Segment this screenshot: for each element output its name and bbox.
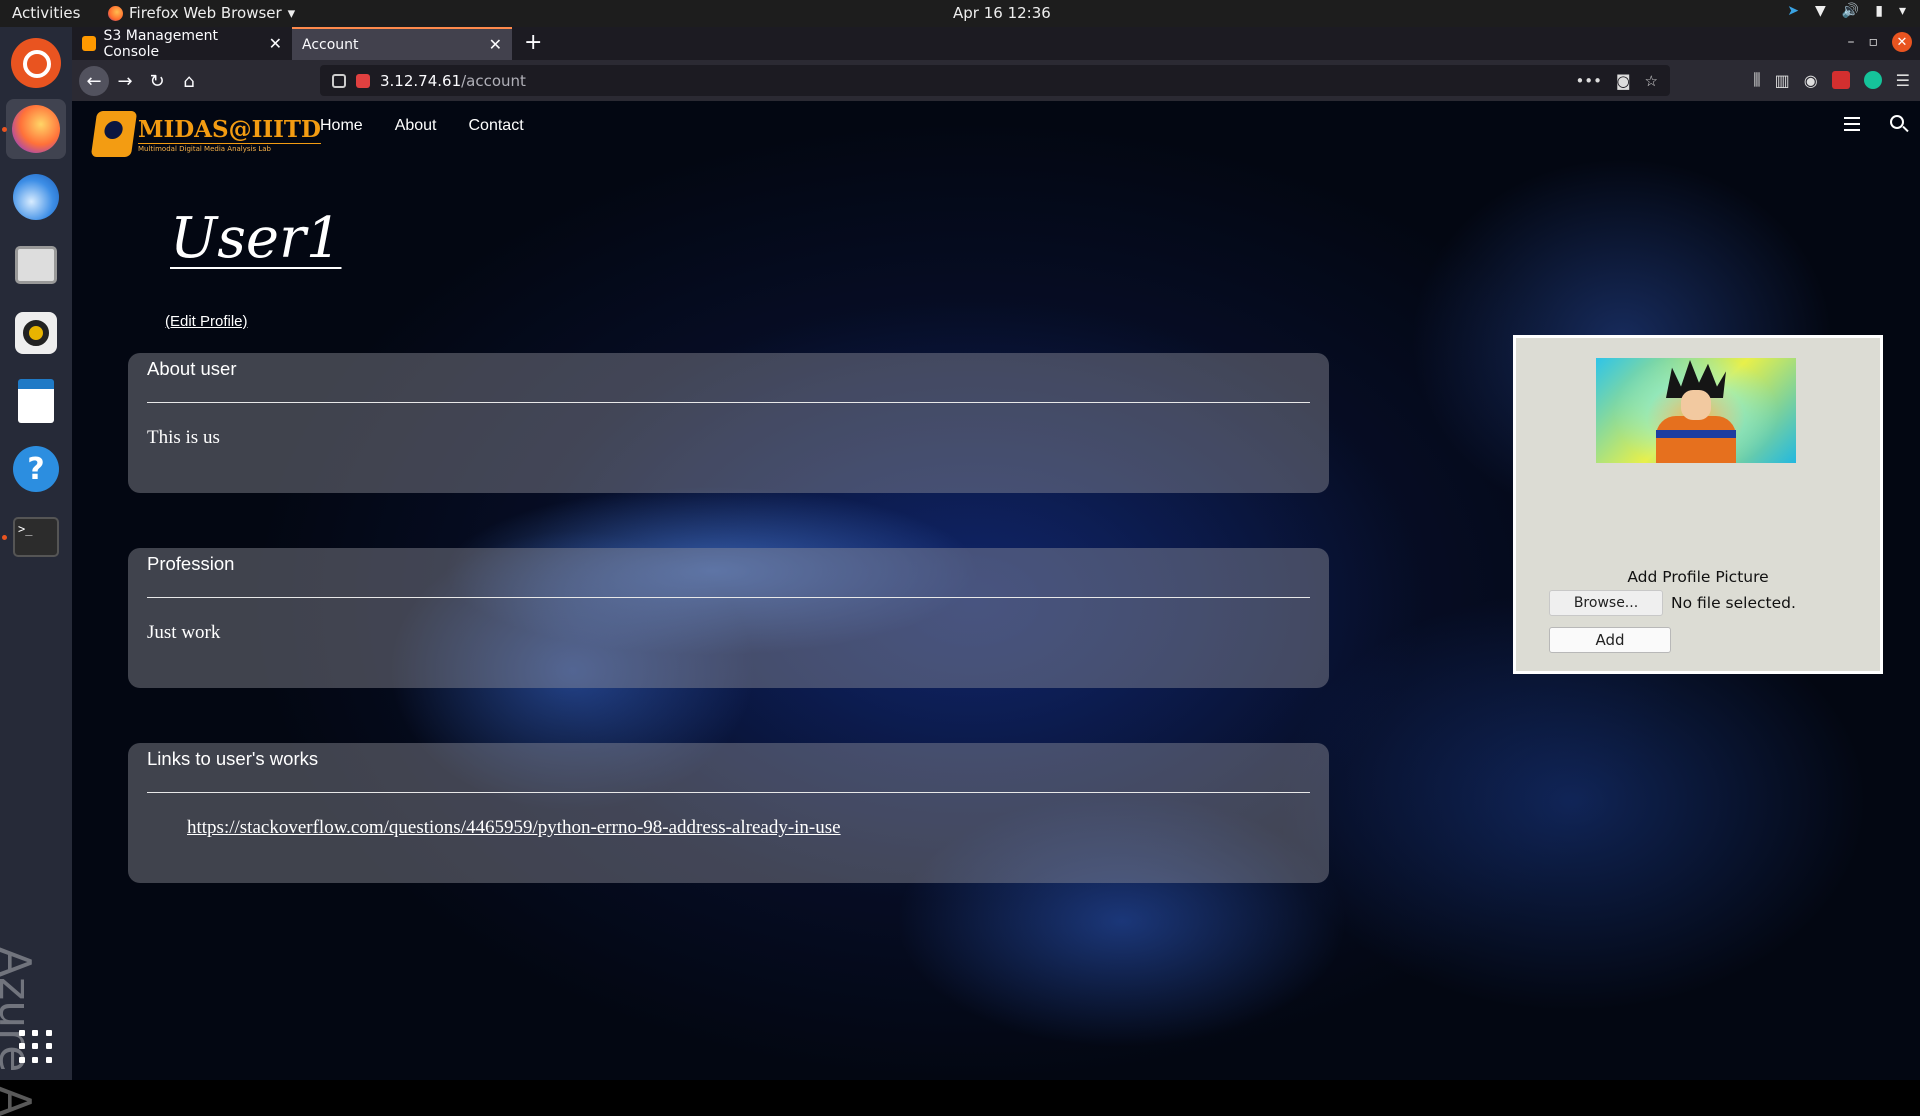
battery-icon[interactable]: ▮ [1875, 3, 1883, 19]
dock-firefox[interactable] [6, 99, 66, 159]
profile-picture [1596, 358, 1796, 463]
grammarly-icon[interactable] [1863, 71, 1882, 89]
url-bar[interactable]: 3.12.74.61/account ••• ◙ ☆ [320, 65, 1670, 96]
dock-help[interactable]: ? [6, 439, 66, 499]
browse-button[interactable]: Browse... [1549, 590, 1663, 616]
activities-button[interactable]: Activities [12, 4, 80, 22]
logo-title: MIDAS@IIITD [138, 115, 321, 143]
library-icon[interactable]: ⫼ [1753, 70, 1760, 90]
add-button[interactable]: Add [1549, 627, 1671, 653]
bookmark-star-icon[interactable]: ☆ [1645, 72, 1658, 90]
add-picture-label: Add Profile Picture [1627, 568, 1769, 586]
pocket-icon[interactable]: ◙ [1616, 72, 1631, 90]
show-applications-button[interactable] [6, 1017, 66, 1077]
system-top-bar: Activities Firefox Web Browser ▾ Apr 16 … [0, 0, 1920, 27]
tab-s3-console[interactable]: S3 Management Console ✕ [72, 27, 292, 60]
app-menu-label: Firefox Web Browser [129, 4, 282, 22]
firefox-icon [12, 105, 60, 153]
minimize-button[interactable]: – [1848, 34, 1855, 50]
grid-icon [19, 1030, 53, 1064]
works-links-card: Links to user's works https://stackoverf… [128, 743, 1329, 883]
about-user-card: About user This is us [128, 353, 1329, 493]
terminal-icon: >_ [13, 517, 59, 557]
firefox-icon [108, 5, 123, 21]
nav-home[interactable]: Home [320, 117, 363, 135]
extension-red-icon[interactable] [1831, 71, 1850, 89]
dock-thunderbird[interactable] [6, 167, 66, 227]
ubuntu-icon [11, 38, 61, 88]
file-status: No file selected. [1671, 594, 1796, 612]
profession-card: Profession Just work [128, 548, 1329, 688]
back-button[interactable]: ← [79, 66, 109, 96]
folder-icon [15, 246, 57, 284]
logo-subtitle: Multimodal Digital Media Analysis Lab [138, 142, 321, 153]
clock[interactable]: Apr 16 12:36 [953, 4, 1051, 22]
sidebar-icon[interactable]: ▥ [1775, 71, 1790, 90]
logo-icon [90, 111, 138, 157]
telegram-icon[interactable]: ➤ [1787, 3, 1799, 19]
tab-account[interactable]: Account ✕ [292, 27, 512, 60]
card-text: Just work [147, 622, 221, 643]
forward-button[interactable]: → [110, 66, 140, 96]
edit-profile-link[interactable]: (Edit Profile) [165, 313, 248, 330]
url-host: 3.12.74.61 [380, 71, 462, 90]
hamburger-menu-icon[interactable] [1844, 117, 1860, 131]
dock-writer[interactable] [6, 371, 66, 431]
dock-terminal[interactable]: >_ [6, 507, 66, 567]
chevron-down-icon: ▾ [287, 4, 296, 22]
reload-button[interactable]: ↻ [142, 66, 172, 96]
nav-about[interactable]: About [395, 117, 437, 135]
card-title: Profession [147, 548, 1310, 598]
insecure-connection-icon[interactable] [356, 73, 370, 88]
dock-files[interactable] [6, 235, 66, 295]
card-title: About user [147, 353, 1310, 403]
page-content: MIDAS@IIITD Multimodal Digital Media Ana… [72, 101, 1920, 1080]
search-icon[interactable] [1890, 115, 1904, 129]
nav-contact[interactable]: Contact [469, 117, 524, 135]
account-icon[interactable]: ◉ [1804, 71, 1818, 90]
profile-picture-panel: Add Profile Picture Browse... No file se… [1513, 335, 1883, 674]
profile-username: User1 [170, 206, 342, 271]
rhythmbox-icon [15, 312, 57, 354]
close-icon[interactable]: ✕ [489, 35, 502, 54]
tab-label: Account [302, 36, 359, 53]
site-nav: Home About Contact [320, 117, 524, 135]
document-icon [18, 379, 54, 423]
work-link[interactable]: https://stackoverflow.com/questions/4465… [147, 817, 841, 838]
navigation-toolbar: ← → ↻ ⌂ 3.12.74.61/account ••• ◙ ☆ ⫼ ▥ ◉… [72, 60, 1920, 101]
help-icon: ? [13, 446, 59, 492]
dock-rhythmbox[interactable] [6, 303, 66, 363]
more-actions-icon[interactable]: ••• [1575, 72, 1602, 90]
app-menu[interactable]: Firefox Web Browser ▾ [108, 4, 295, 22]
aws-icon [82, 36, 96, 51]
url-path: /account [461, 71, 526, 90]
thunderbird-icon [13, 174, 59, 220]
restore-button[interactable]: ▫ [1869, 34, 1879, 50]
home-button[interactable]: ⌂ [174, 66, 204, 96]
running-indicator [2, 535, 7, 540]
power-menu-icon[interactable]: ▾ [1899, 3, 1906, 19]
close-icon[interactable]: ✕ [269, 34, 282, 53]
shield-icon[interactable] [332, 73, 346, 88]
card-text: This is us [147, 427, 220, 448]
site-logo[interactable]: MIDAS@IIITD Multimodal Digital Media Ana… [90, 111, 321, 157]
menu-icon[interactable]: ☰ [1896, 71, 1910, 90]
card-title: Links to user's works [147, 743, 1310, 793]
window-close-button[interactable]: ✕ [1892, 32, 1912, 52]
dock-ubuntu-software[interactable] [6, 33, 66, 93]
tab-bar: S3 Management Console ✕ Account ✕ + – ▫ … [72, 27, 1920, 60]
wifi-icon[interactable]: ▼ [1815, 3, 1826, 19]
window-controls: – ▫ ✕ [1848, 32, 1912, 52]
volume-icon[interactable]: 🔊 [1842, 3, 1859, 19]
running-indicator [2, 127, 7, 132]
tab-label: S3 Management Console [103, 27, 218, 60]
system-tray[interactable]: ➤ ▼ 🔊 ▮ ▾ [1787, 3, 1906, 19]
dock: ? >_ Azure A [0, 27, 72, 1116]
toolbar-extensions: ⫼ ▥ ◉ ☰ [1753, 70, 1910, 90]
new-tab-button[interactable]: + [524, 30, 542, 55]
